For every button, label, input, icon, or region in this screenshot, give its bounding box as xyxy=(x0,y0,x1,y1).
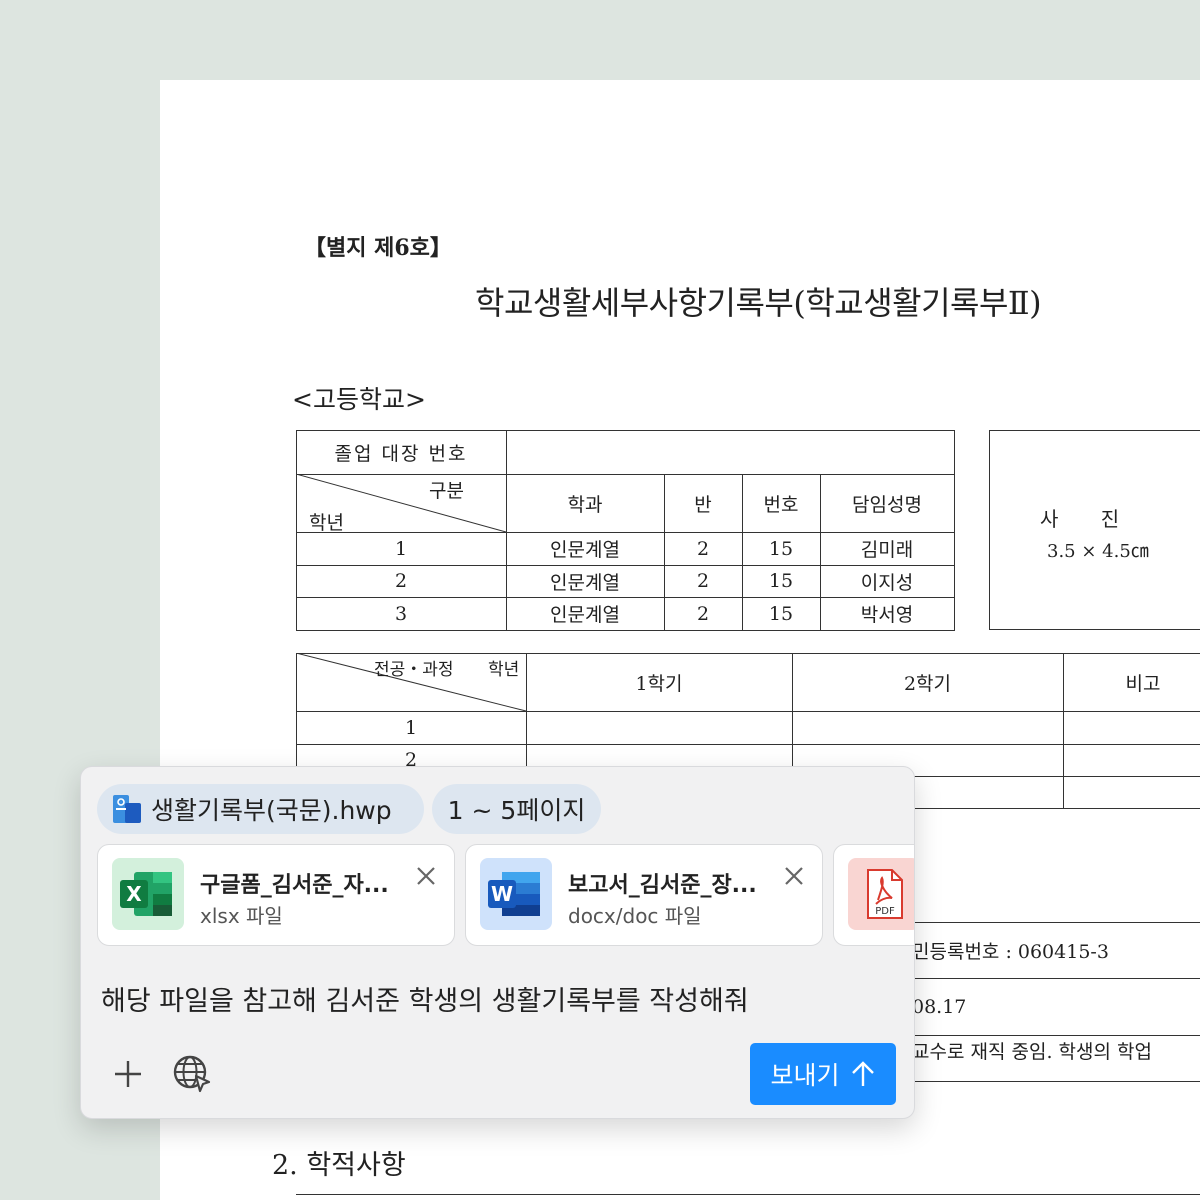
table-cell: 15 xyxy=(768,537,794,560)
attachment-card[interactable]: W 보고서_김서준_장... docx/doc 파일 xyxy=(465,844,823,946)
photo-label: 사 진 xyxy=(1040,507,1138,531)
hwp-file-icon xyxy=(113,795,141,823)
globe-cursor-icon xyxy=(173,1055,211,1093)
table-cell: 3 xyxy=(394,602,408,625)
diag-grade-label: 학년 xyxy=(488,660,520,680)
ai-prompt-panel: 생활기록부(국문).hwp 1 ~ 5페이지 X 구글폼_김서준_자... xl… xyxy=(80,766,915,1119)
word-icon: W xyxy=(480,858,552,930)
file-chip[interactable]: 생활기록부(국문).hwp xyxy=(97,784,424,834)
table-cell: 인문계열 xyxy=(550,571,620,594)
photo-box: 사 진 3.5 × 4.5㎝ xyxy=(989,430,1200,630)
close-icon xyxy=(417,867,435,885)
table-cell: 이지성 xyxy=(860,571,914,594)
header-semester-1: 1학기 xyxy=(635,672,683,695)
divider xyxy=(900,1081,1200,1082)
send-label: 보내기 xyxy=(770,1061,840,1090)
pdf-badge-text: PDF xyxy=(875,906,895,917)
header-number: 번호 xyxy=(763,493,799,516)
attachment-type: docx/doc 파일 xyxy=(568,904,702,928)
table-cell: 2 xyxy=(696,602,710,625)
file-chip-name: 생활기록부(국문).hwp xyxy=(151,796,392,825)
add-button[interactable] xyxy=(108,1054,148,1094)
attachment-type: xlsx 파일 xyxy=(200,904,283,928)
table-cell: 15 xyxy=(768,602,794,625)
divider xyxy=(900,922,1200,923)
section-heading: 2. 학적사항 xyxy=(272,1150,406,1181)
page-range-chip[interactable]: 1 ~ 5페이지 xyxy=(432,784,601,834)
photo-size: 3.5 × 4.5㎝ xyxy=(1047,541,1149,562)
teacher-note: 교수로 재직 중임. 학생의 학업 xyxy=(912,1041,1152,1063)
table-cell: 인문계열 xyxy=(550,604,620,626)
plus-icon xyxy=(115,1061,141,1087)
date-value: 08.17 xyxy=(912,996,967,1018)
remove-attachment-button[interactable] xyxy=(779,861,809,891)
word-letter: W xyxy=(491,882,513,906)
table-cell: 15 xyxy=(768,570,794,592)
divider xyxy=(296,1194,1200,1195)
table-cell: 1 xyxy=(404,716,418,739)
close-icon xyxy=(785,867,803,885)
excel-letter: X xyxy=(126,882,142,906)
pdf-icon: PDF xyxy=(848,858,914,930)
registration-number: 민등록번호 : 060415-3 xyxy=(912,941,1109,963)
document-title: 학교생활세부사항기록부(학교생활기록부Ⅱ) xyxy=(475,284,1042,322)
header-homeroom-teacher: 담임성명 xyxy=(852,493,922,516)
table-cell: 2 xyxy=(696,570,710,592)
arrow-up-icon xyxy=(851,1061,874,1086)
attachment-title: 보고서_김서준_장... xyxy=(568,873,757,898)
header-remarks: 비고 xyxy=(1125,672,1161,695)
table-cell: 박서영 xyxy=(860,604,914,626)
attachment-title: 구글폼_김서준_자... xyxy=(200,873,389,898)
header-department: 학과 xyxy=(567,493,603,516)
attachment-card[interactable]: X 구글폼_김서준_자... xlsx 파일 xyxy=(97,844,455,946)
divider xyxy=(900,1035,1200,1036)
graduation-number-label: 졸업 대장 번호 xyxy=(334,442,468,465)
table-cell: 1 xyxy=(394,537,408,560)
prompt-text[interactable]: 해당 파일을 참고해 김서준 학생의 생활기록부를 작성해줘 xyxy=(101,979,749,1018)
attachment-label: 【별지 제6호】 xyxy=(304,235,452,261)
send-button[interactable]: 보내기 xyxy=(750,1043,896,1105)
table-cell: 2 xyxy=(394,570,408,592)
web-search-button[interactable] xyxy=(172,1054,212,1094)
table-cell: 2 xyxy=(696,537,710,560)
diag-category-label: 구분 xyxy=(429,480,464,502)
school-type-label: <고등학교> xyxy=(292,385,426,414)
header-class: 반 xyxy=(694,493,712,516)
table-cell: 김미래 xyxy=(860,539,914,561)
excel-icon: X xyxy=(112,858,184,930)
divider xyxy=(900,978,1200,979)
header-semester-2: 2학기 xyxy=(903,672,952,695)
attachment-card[interactable]: PDF xyxy=(833,844,914,946)
class-info-table: 졸업 대장 번호 구분 학년 학과 반 번호 담임성명 1 인문계열 2 15 … xyxy=(296,430,956,632)
diag-grade-label: 학년 xyxy=(309,512,344,534)
diag-major-label: 전공・과정 xyxy=(374,660,454,680)
remove-attachment-button[interactable] xyxy=(411,861,441,891)
table-cell: 인문계열 xyxy=(550,539,620,561)
